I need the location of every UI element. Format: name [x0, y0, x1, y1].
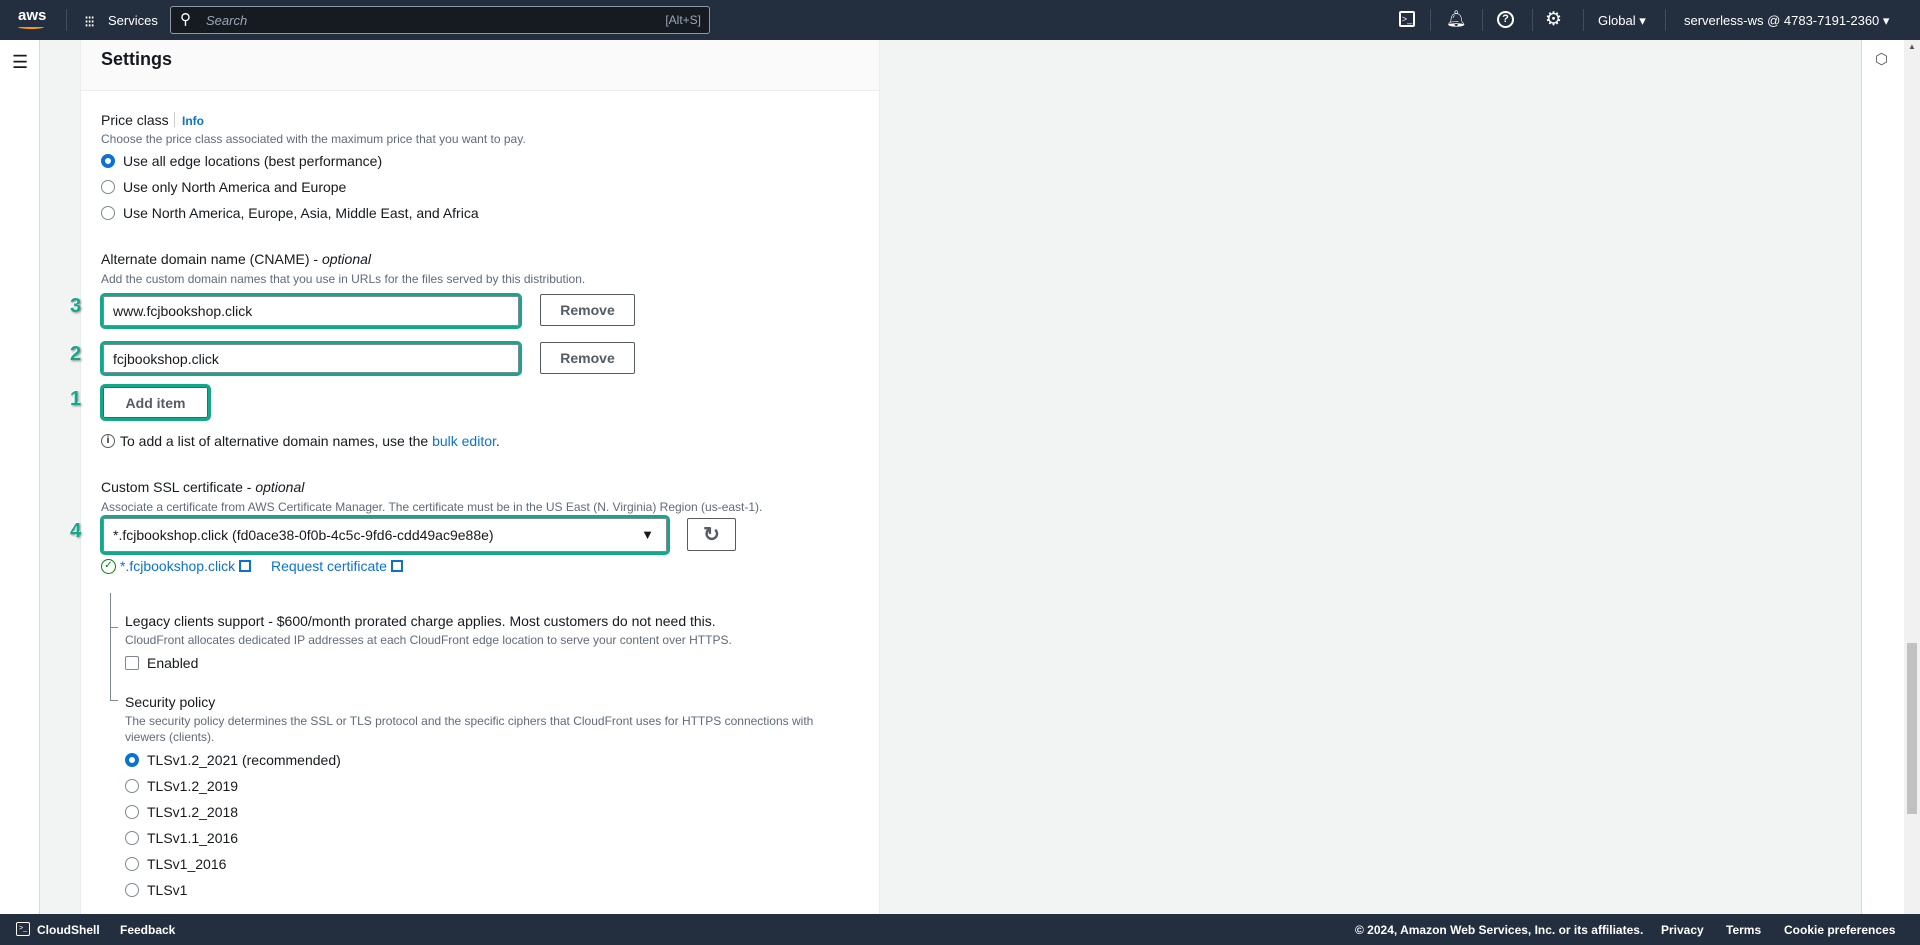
radio-tlsv1-2-2021[interactable]: TLSv1.2_2021 (recommended)	[125, 752, 341, 768]
radio-na-europe[interactable]: Use only North America and Europe	[101, 179, 346, 195]
copyright: © 2024, Amazon Web Services, Inc. or its…	[1355, 923, 1644, 937]
annotation-3: 3	[70, 295, 82, 317]
remove-button-1[interactable]: Remove	[540, 294, 635, 326]
ssl-label-text: Custom SSL certificate -	[101, 479, 256, 495]
search-shortcut: [Alt+S]	[665, 13, 701, 27]
search-icon: ⚲	[180, 11, 191, 28]
settings-gear-icon[interactable]: ⚙	[1545, 8, 1562, 31]
annotation-2: 2	[70, 343, 82, 365]
radio-tlsv1[interactable]: TLSv1	[125, 882, 187, 898]
radio-all-edge[interactable]: Use all edge locations (best performance…	[101, 153, 382, 169]
hint-suffix: .	[495, 433, 500, 449]
input-value: fcjbookshop.click	[113, 350, 219, 367]
settings-header: Settings	[81, 40, 879, 91]
menu-icon[interactable]: ☰	[12, 52, 28, 73]
services-menu[interactable]: Services	[108, 13, 158, 28]
settings-panel: Settings Price class Info Choose the pri…	[70, 40, 880, 914]
caret-down-icon: ▼	[641, 527, 654, 542]
tree-line	[110, 593, 111, 700]
cname-label: Alternate domain name (CNAME) - optional	[101, 251, 371, 267]
ssl-description: Associate a certificate from AWS Certifi…	[101, 500, 763, 514]
cloudshell-icon[interactable]: >_	[16, 922, 30, 936]
ssl-label: Custom SSL certificate - optional	[101, 479, 304, 495]
optional-text: optional	[321, 251, 372, 267]
scrollbar-thumb[interactable]	[1907, 643, 1917, 814]
grid-icon[interactable]: ⁝⁝⁝	[84, 12, 95, 32]
notifications-icon[interactable]: 🔔︎	[1446, 9, 1466, 29]
cookie-preferences-link[interactable]: Cookie preferences	[1784, 923, 1895, 937]
terms-link[interactable]: Terms	[1726, 923, 1761, 937]
radio-tlsv1-2016[interactable]: TLSv1_2016	[125, 856, 226, 872]
region-selector[interactable]: Global ▾	[1598, 13, 1646, 29]
radio-tlsv1-1-2016[interactable]: TLSv1.1_2016	[125, 830, 238, 846]
enabled-checkbox[interactable]: Enabled	[125, 655, 198, 671]
price-class-description: Choose the price class associated with t…	[101, 132, 526, 146]
page-title: Settings	[101, 49, 173, 69]
cname-label-text: Alternate domain name (CNAME) -	[101, 251, 322, 267]
add-item-button[interactable]: Add item	[100, 384, 211, 421]
security-policy-label: Security policy	[125, 694, 216, 710]
feedback-link[interactable]: Feedback	[120, 923, 175, 937]
tools-icon[interactable]: ⬡	[1875, 50, 1888, 68]
aws-logo[interactable]: aws	[18, 7, 46, 24]
radio-tlsv1-2-2018[interactable]: TLSv1.2_2018	[125, 804, 238, 820]
radio-label: TLSv1.1_2016	[147, 830, 239, 846]
success-check-icon: ✓	[101, 559, 116, 574]
refresh-button[interactable]: ↻	[687, 518, 736, 551]
cloudshell-icon[interactable]: >_	[1399, 11, 1415, 27]
ssl-certificate-select[interactable]: *.fcjbookshop.click (fd0ace38-0f0b-4c5c-…	[100, 515, 670, 555]
help-icon[interactable]: ?	[1497, 11, 1514, 28]
bulk-editor-link[interactable]: bulk editor	[432, 433, 496, 449]
radio-label: Use all edge locations (best performance…	[123, 153, 383, 169]
checkbox-label: Enabled	[147, 655, 199, 671]
right-tools-panel: ⬡	[1861, 40, 1904, 914]
scroll-up-icon[interactable]: ▲	[1908, 42, 1916, 51]
radio-label: TLSv1_2016	[147, 856, 227, 872]
cert-link-text: *.fcjbookshop.click	[120, 558, 236, 574]
radio-label: TLSv1.2_2021 (recommended)	[147, 752, 341, 768]
search-input[interactable]: ⚲ Search [Alt+S]	[170, 6, 710, 34]
cloudshell-link[interactable]: CloudShell	[37, 923, 100, 937]
bulk-editor-hint: To add a list of alternative domain name…	[120, 433, 500, 449]
hint-text: To add a list of alternative domain name…	[120, 433, 433, 449]
cname-input-1[interactable]: www.fcjbookshop.click	[100, 293, 522, 329]
annotation-4: 4	[70, 520, 82, 542]
privacy-link[interactable]: Privacy	[1661, 923, 1704, 937]
cname-description: Add the custom domain names that you use…	[101, 272, 586, 286]
radio-label: Use only North America and Europe	[123, 179, 347, 195]
remove-button-2[interactable]: Remove	[540, 342, 635, 374]
radio-label: TLSv1.2_2019	[147, 778, 239, 794]
legacy-clients-label: Legacy clients support - $600/month pror…	[125, 613, 716, 629]
certificate-link[interactable]: *.fcjbookshop.click	[120, 558, 252, 574]
request-certificate-link[interactable]: Request certificate	[271, 558, 403, 574]
radio-tlsv1-2-2019[interactable]: TLSv1.2_2019	[125, 778, 238, 794]
radio-na-eu-asia[interactable]: Use North America, Europe, Asia, Middle …	[101, 205, 479, 221]
account-label: serverless-ws @ 4783-7191-2360	[1684, 13, 1880, 28]
security-policy-description-2: viewers (clients).	[125, 730, 215, 744]
left-sidebar: ☰	[0, 40, 40, 914]
external-link-icon	[390, 560, 403, 572]
input-value: www.fcjbookshop.click	[113, 303, 253, 319]
radio-label: TLSv1	[147, 882, 188, 898]
radio-label: TLSv1.2_2018	[147, 804, 239, 820]
external-link-icon	[239, 560, 252, 572]
price-class-label: Price class	[101, 112, 169, 128]
refresh-icon: ↻	[703, 524, 720, 546]
top-navigation: aws ⁝⁝⁝ Services ⚲ Search [Alt+S] >_ 🔔︎ …	[0, 0, 1920, 40]
request-link-text: Request certificate	[271, 558, 387, 574]
info-link[interactable]: Info	[182, 114, 204, 128]
annotation-1: 1	[70, 388, 82, 410]
footer: >_ CloudShell Feedback © 2024, Amazon We…	[0, 914, 1920, 945]
security-policy-description: The security policy determines the SSL o…	[125, 714, 814, 728]
legacy-clients-description: CloudFront allocates dedicated IP addres…	[125, 633, 732, 647]
account-menu[interactable]: serverless-ws @ 4783-7191-2360 ▾	[1684, 13, 1889, 29]
cname-input-2[interactable]: fcjbookshop.click	[100, 341, 522, 376]
select-value: *.fcjbookshop.click (fd0ace38-0f0b-4c5c-…	[113, 527, 494, 543]
aws-smile-icon	[18, 25, 44, 29]
optional-text: optional	[255, 479, 305, 495]
search-placeholder: Search	[206, 13, 248, 28]
region-label: Global	[1598, 13, 1636, 28]
radio-label: Use North America, Europe, Asia, Middle …	[123, 205, 479, 221]
info-icon: i	[101, 434, 115, 448]
